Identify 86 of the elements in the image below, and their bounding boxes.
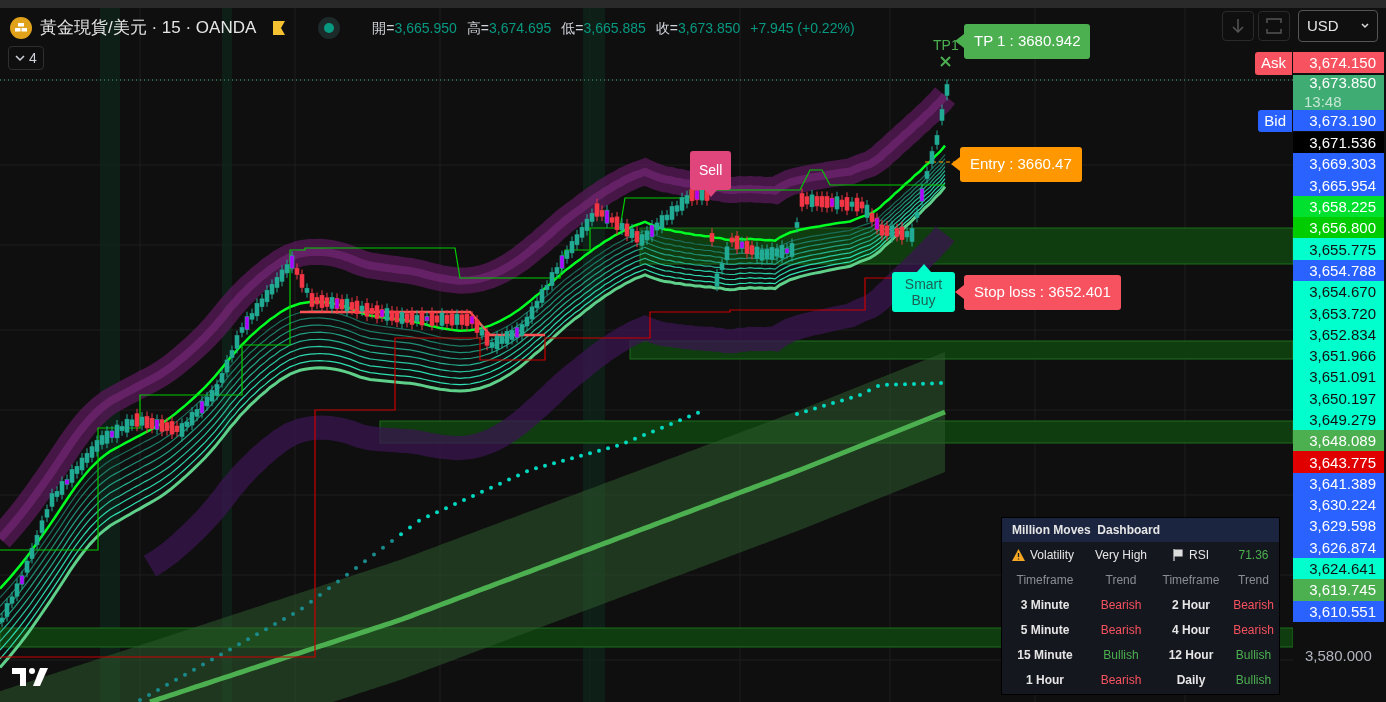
- price-label: 3,651.966: [1293, 344, 1384, 367]
- price-label: 3,656.800: [1293, 217, 1384, 239]
- ohlc-value: 收=3,673.850: [655, 18, 741, 38]
- price-label: 3,626.874: [1293, 536, 1384, 558]
- trend-cell-text: Bullish: [1234, 671, 1273, 689]
- price-label: 3,673.850 13:48: [1293, 74, 1384, 110]
- trend-cell-text: Bullish: [1102, 646, 1140, 664]
- timeframe-cell-text: Daily: [1175, 671, 1207, 689]
- rsi-value: 71.36: [1237, 546, 1270, 564]
- warning-icon: [1012, 548, 1025, 561]
- flag-icon: [1173, 548, 1183, 561]
- status-dot-icon: [318, 17, 341, 39]
- sell-signal-label: Sell: [690, 151, 732, 190]
- price-tick: 3,580.000: [1305, 646, 1372, 666]
- price-label: 3,653.720: [1293, 302, 1384, 324]
- ohlc-value: 高=3,674.695: [466, 18, 552, 38]
- pointer-icon: [704, 190, 717, 197]
- pointer-icon: [955, 285, 964, 300]
- price-label: 3,630.224: [1293, 494, 1384, 516]
- take-profit-label: TP 1 : 3680.942: [964, 24, 1091, 59]
- price-label: 3,629.598: [1293, 515, 1384, 537]
- price-label: 3,669.303: [1293, 153, 1384, 175]
- entry-label: Entry : 3660.47: [960, 147, 1082, 182]
- price-label: 3,624.641: [1293, 557, 1384, 580]
- price-label: 3,654.788: [1293, 259, 1384, 282]
- timeframe-cell-text: 1 Hour: [1025, 671, 1065, 689]
- entry-line: [924, 161, 956, 163]
- trend-cell-text: Bearish: [1099, 671, 1143, 689]
- caret-icon: [1361, 23, 1369, 29]
- x-mark-icon: [940, 56, 951, 67]
- timeframe-cell-text: 4 Hour: [1171, 621, 1211, 639]
- caret-icon: [15, 54, 25, 62]
- price-label: 3,651.091: [1293, 366, 1384, 388]
- trend-cell-text: Bearish: [1099, 621, 1143, 639]
- price-label: 3,619.745: [1293, 579, 1384, 601]
- frame-icon: [1266, 18, 1282, 34]
- trend-cell-text: Bearish: [1232, 621, 1275, 639]
- flag-icon: [272, 20, 287, 36]
- buy-signal-label: Smart Buy: [892, 272, 955, 312]
- symbol-title: 黃金現貨/美元 · 15 · OANDA: [40, 17, 257, 40]
- price-side-label: Bid: [1258, 109, 1292, 132]
- dashboard-title: Million Moves Dashboard: [1002, 518, 1279, 542]
- price-label: 3,655.775: [1293, 238, 1384, 260]
- column-header: Timeframe: [1161, 571, 1221, 589]
- price-label: 3,671.536: [1293, 132, 1384, 154]
- price-label: 3,610.551: [1293, 600, 1384, 622]
- currency-dropdown[interactable]: USD: [1298, 10, 1378, 42]
- price-label: 3,649.279: [1293, 408, 1384, 431]
- volatility-value: Very High: [1094, 546, 1148, 564]
- price-label: 3,674.150: [1293, 52, 1384, 74]
- price-side-label: Ask: [1255, 52, 1292, 75]
- price-label: 3,643.775: [1293, 451, 1384, 473]
- download-button[interactable]: [1222, 11, 1254, 41]
- column-header: Timeframe: [1015, 571, 1075, 589]
- column-header: Trend: [1237, 571, 1270, 589]
- fullscreen-button[interactable]: [1258, 11, 1290, 41]
- pointer-icon: [916, 264, 931, 272]
- timeframe-cell-text: 5 Minute: [1019, 621, 1071, 639]
- trend-cell-text: Bullish: [1234, 646, 1273, 664]
- logo-icon: [12, 666, 50, 688]
- trend-cell-text: Bearish: [1099, 596, 1143, 614]
- coin-icon: [10, 17, 32, 39]
- ohlc-value: 開=3,665.950: [372, 18, 457, 38]
- price-label: 3,648.089: [1293, 430, 1384, 452]
- down-arrow-icon: [1231, 18, 1245, 34]
- timeframe-cell-text: 12 Hour: [1167, 646, 1215, 664]
- rsi-label: RSI: [1189, 546, 1209, 564]
- volatility-label: Volatility: [1030, 546, 1075, 564]
- price-label: 3,658.225: [1293, 195, 1384, 218]
- price-label: 3,641.389: [1293, 472, 1384, 495]
- timeframe-cell-text: 3 Minute: [1019, 596, 1071, 614]
- ohlc-value: 低=3,665.885: [561, 18, 646, 38]
- column-header: Trend: [1104, 571, 1138, 589]
- price-label: 3,650.197: [1293, 387, 1384, 409]
- pointer-icon: [951, 157, 960, 172]
- price-label: 3,665.954: [1293, 174, 1384, 196]
- price-label: 3,654.670: [1293, 281, 1384, 303]
- tp-marker: TP1: [933, 36, 959, 55]
- stop-loss-label: Stop loss : 3652.401: [964, 275, 1121, 310]
- timeframe-cell-text: 2 Hour: [1171, 596, 1211, 614]
- trend-cell-text: Bearish: [1232, 596, 1275, 614]
- price-change: +7.945 (+0.22%): [750, 18, 855, 38]
- timeframe-cell-text: 15 Minute: [1016, 646, 1074, 664]
- indicators-toggle-button[interactable]: 4: [8, 46, 44, 70]
- price-label: 3,673.190: [1293, 109, 1384, 131]
- price-label: 3,652.834: [1293, 323, 1384, 345]
